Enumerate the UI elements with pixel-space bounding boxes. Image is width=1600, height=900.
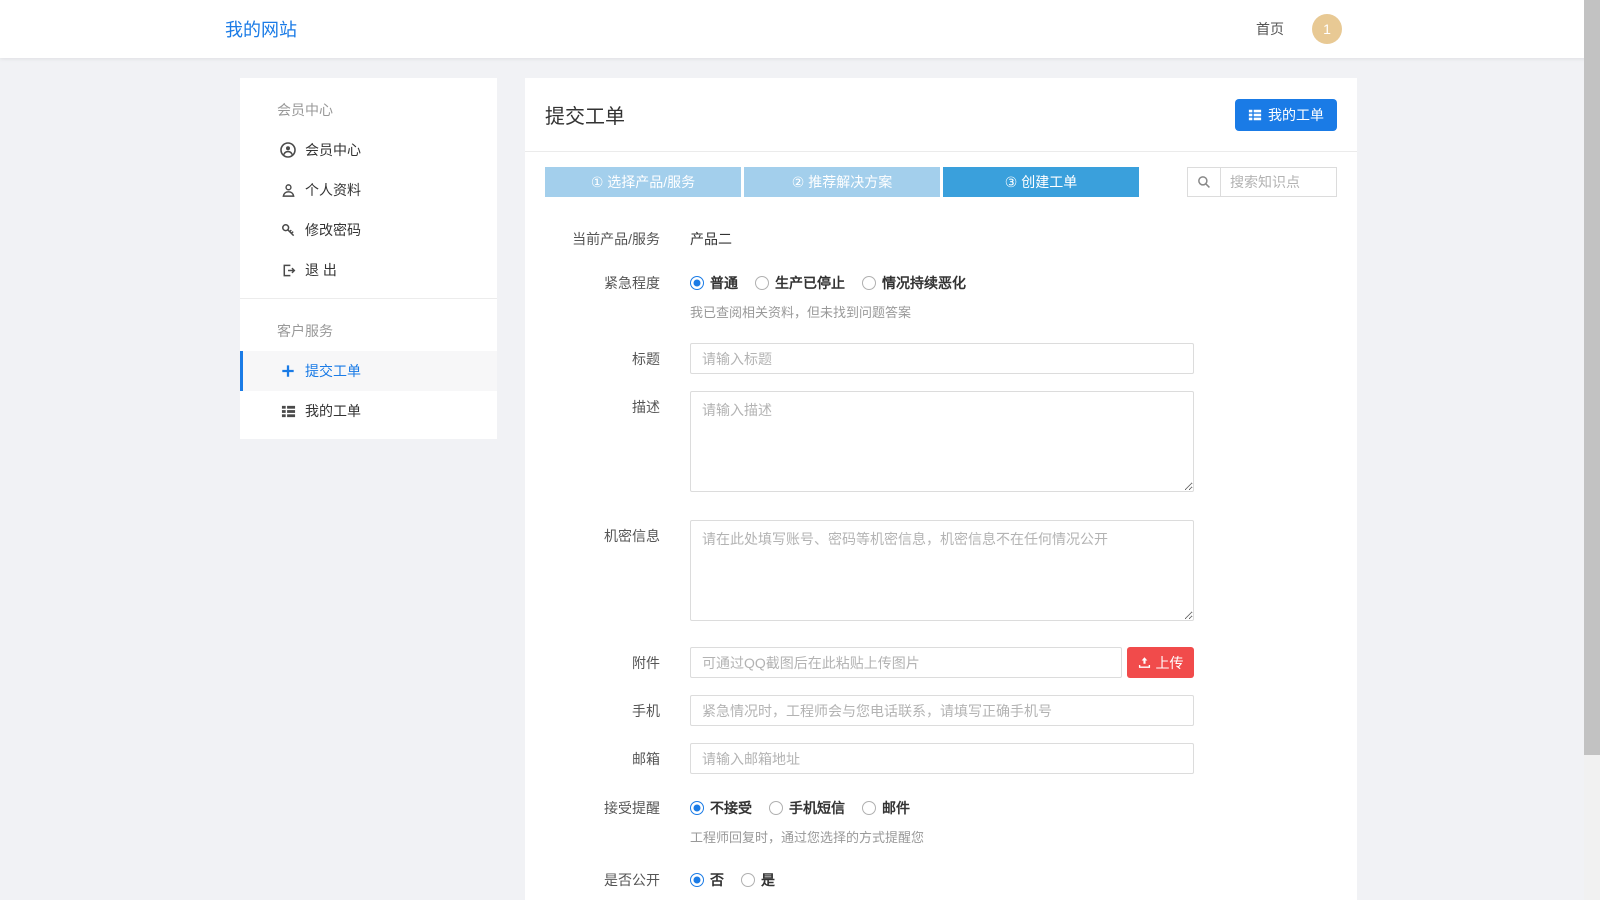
radio-public-yes[interactable]: 是 (741, 870, 775, 890)
sidebar-heading-member: 会员中心 (240, 78, 497, 130)
search-icon[interactable] (1188, 168, 1221, 196)
notify-label: 接受提醒 (525, 798, 660, 846)
attachment-input[interactable] (690, 647, 1122, 678)
description-label: 描述 (525, 391, 660, 495)
steps-row: ① 选择产品/服务 ② 推荐解决方案 ③ 创建工单 (545, 167, 1337, 197)
sidebar-item-label: 提交工单 (305, 361, 361, 381)
my-tickets-button-label: 我的工单 (1268, 105, 1324, 125)
upload-button[interactable]: 上传 (1127, 647, 1194, 678)
confidential-textarea[interactable] (690, 520, 1194, 621)
scrollbar-track[interactable] (1584, 0, 1600, 900)
list-icon (1248, 108, 1262, 122)
list-icon (280, 403, 296, 419)
radio-icon (862, 276, 876, 290)
sidebar-item-member-center[interactable]: 会员中心 (240, 130, 497, 170)
sidebar-item-label: 退 出 (305, 260, 337, 280)
scrollbar-thumb[interactable] (1584, 0, 1600, 755)
step-tab-select-product[interactable]: ① 选择产品/服务 (545, 167, 741, 197)
sidebar-item-submit-ticket[interactable]: 提交工单 (240, 351, 497, 391)
attachment-label: 附件 (525, 647, 660, 678)
product-label: 当前产品/服务 (525, 229, 660, 249)
notify-hint: 工程师回复时，通过您选择的方式提醒您 (690, 827, 1194, 846)
notify-radio-group: 不接受 手机短信 邮件 (690, 798, 1194, 818)
key-icon (280, 222, 296, 238)
radio-icon (690, 276, 704, 290)
radio-urgency-normal[interactable]: 普通 (690, 273, 738, 293)
logout-icon (280, 262, 296, 278)
radio-public-no[interactable]: 否 (690, 870, 724, 890)
upload-icon (1138, 656, 1151, 669)
nav-home-link[interactable]: 首页 (1256, 19, 1284, 39)
radio-icon (690, 801, 704, 815)
radio-notify-email[interactable]: 邮件 (862, 798, 910, 818)
user-circle-icon (280, 142, 296, 158)
urgency-label: 紧急程度 (525, 273, 660, 321)
upload-button-label: 上传 (1156, 653, 1184, 673)
sidebar-item-logout[interactable]: 退 出 (240, 250, 497, 290)
panel-header: 提交工单 我的工单 (525, 78, 1357, 152)
step-tabs: ① 选择产品/服务 ② 推荐解决方案 ③ 创建工单 (545, 167, 1139, 197)
sidebar-item-my-tickets[interactable]: 我的工单 (240, 391, 497, 431)
search-input[interactable] (1221, 168, 1336, 196)
ticket-form: 当前产品/服务 产品二 紧急程度 普通 生产已停止 (525, 227, 1357, 900)
sidebar-item-label: 修改密码 (305, 220, 361, 240)
plus-icon (280, 363, 296, 379)
urgency-radio-group: 普通 生产已停止 情况持续恶化 (690, 273, 1194, 293)
radio-notify-none[interactable]: 不接受 (690, 798, 752, 818)
sidebar-item-change-password[interactable]: 修改密码 (240, 210, 497, 250)
product-value: 产品二 (690, 229, 1194, 249)
radio-icon (690, 873, 704, 887)
phone-label: 手机 (525, 695, 660, 726)
top-header: 我的网站 首页 1 (0, 0, 1600, 58)
step-tab-solutions[interactable]: ② 推荐解决方案 (744, 167, 940, 197)
public-radio-group: 否 是 (690, 870, 1194, 890)
radio-icon (862, 801, 876, 815)
confidential-label: 机密信息 (525, 520, 660, 624)
title-label: 标题 (525, 343, 660, 374)
public-label: 是否公开 (525, 870, 660, 900)
radio-icon (741, 873, 755, 887)
sidebar-item-label: 个人资料 (305, 180, 361, 200)
email-input[interactable] (690, 743, 1194, 774)
sidebar-heading-service: 客户服务 (240, 299, 497, 351)
site-logo[interactable]: 我的网站 (225, 16, 297, 42)
title-input[interactable] (690, 343, 1194, 374)
sidebar-item-profile[interactable]: 个人资料 (240, 170, 497, 210)
description-textarea[interactable] (690, 391, 1194, 492)
step-tab-create-ticket[interactable]: ③ 创建工单 (943, 167, 1139, 197)
phone-input[interactable] (690, 695, 1194, 726)
main-panel: 提交工单 我的工单 ① 选择产品/服务 ② 推荐解决方案 ③ 创建工单 (525, 78, 1357, 900)
sidebar-item-label: 我的工单 (305, 401, 361, 421)
my-tickets-button[interactable]: 我的工单 (1235, 99, 1337, 131)
radio-notify-sms[interactable]: 手机短信 (769, 798, 845, 818)
sidebar-item-label: 会员中心 (305, 140, 361, 160)
radio-urgency-production-stopped[interactable]: 生产已停止 (755, 273, 845, 293)
user-icon (280, 182, 296, 198)
knowledge-search (1187, 167, 1337, 197)
user-avatar[interactable]: 1 (1312, 14, 1342, 44)
email-label: 邮箱 (525, 743, 660, 774)
page-content: 会员中心 会员中心 个人资料 修改密码 (0, 58, 1600, 900)
urgency-hint: 我已查阅相关资料，但未找到问题答案 (690, 302, 1194, 321)
sidebar: 会员中心 会员中心 个人资料 修改密码 (240, 78, 497, 439)
page-title: 提交工单 (545, 100, 625, 129)
radio-icon (755, 276, 769, 290)
radio-icon (769, 801, 783, 815)
radio-urgency-worsening[interactable]: 情况持续恶化 (862, 273, 966, 293)
